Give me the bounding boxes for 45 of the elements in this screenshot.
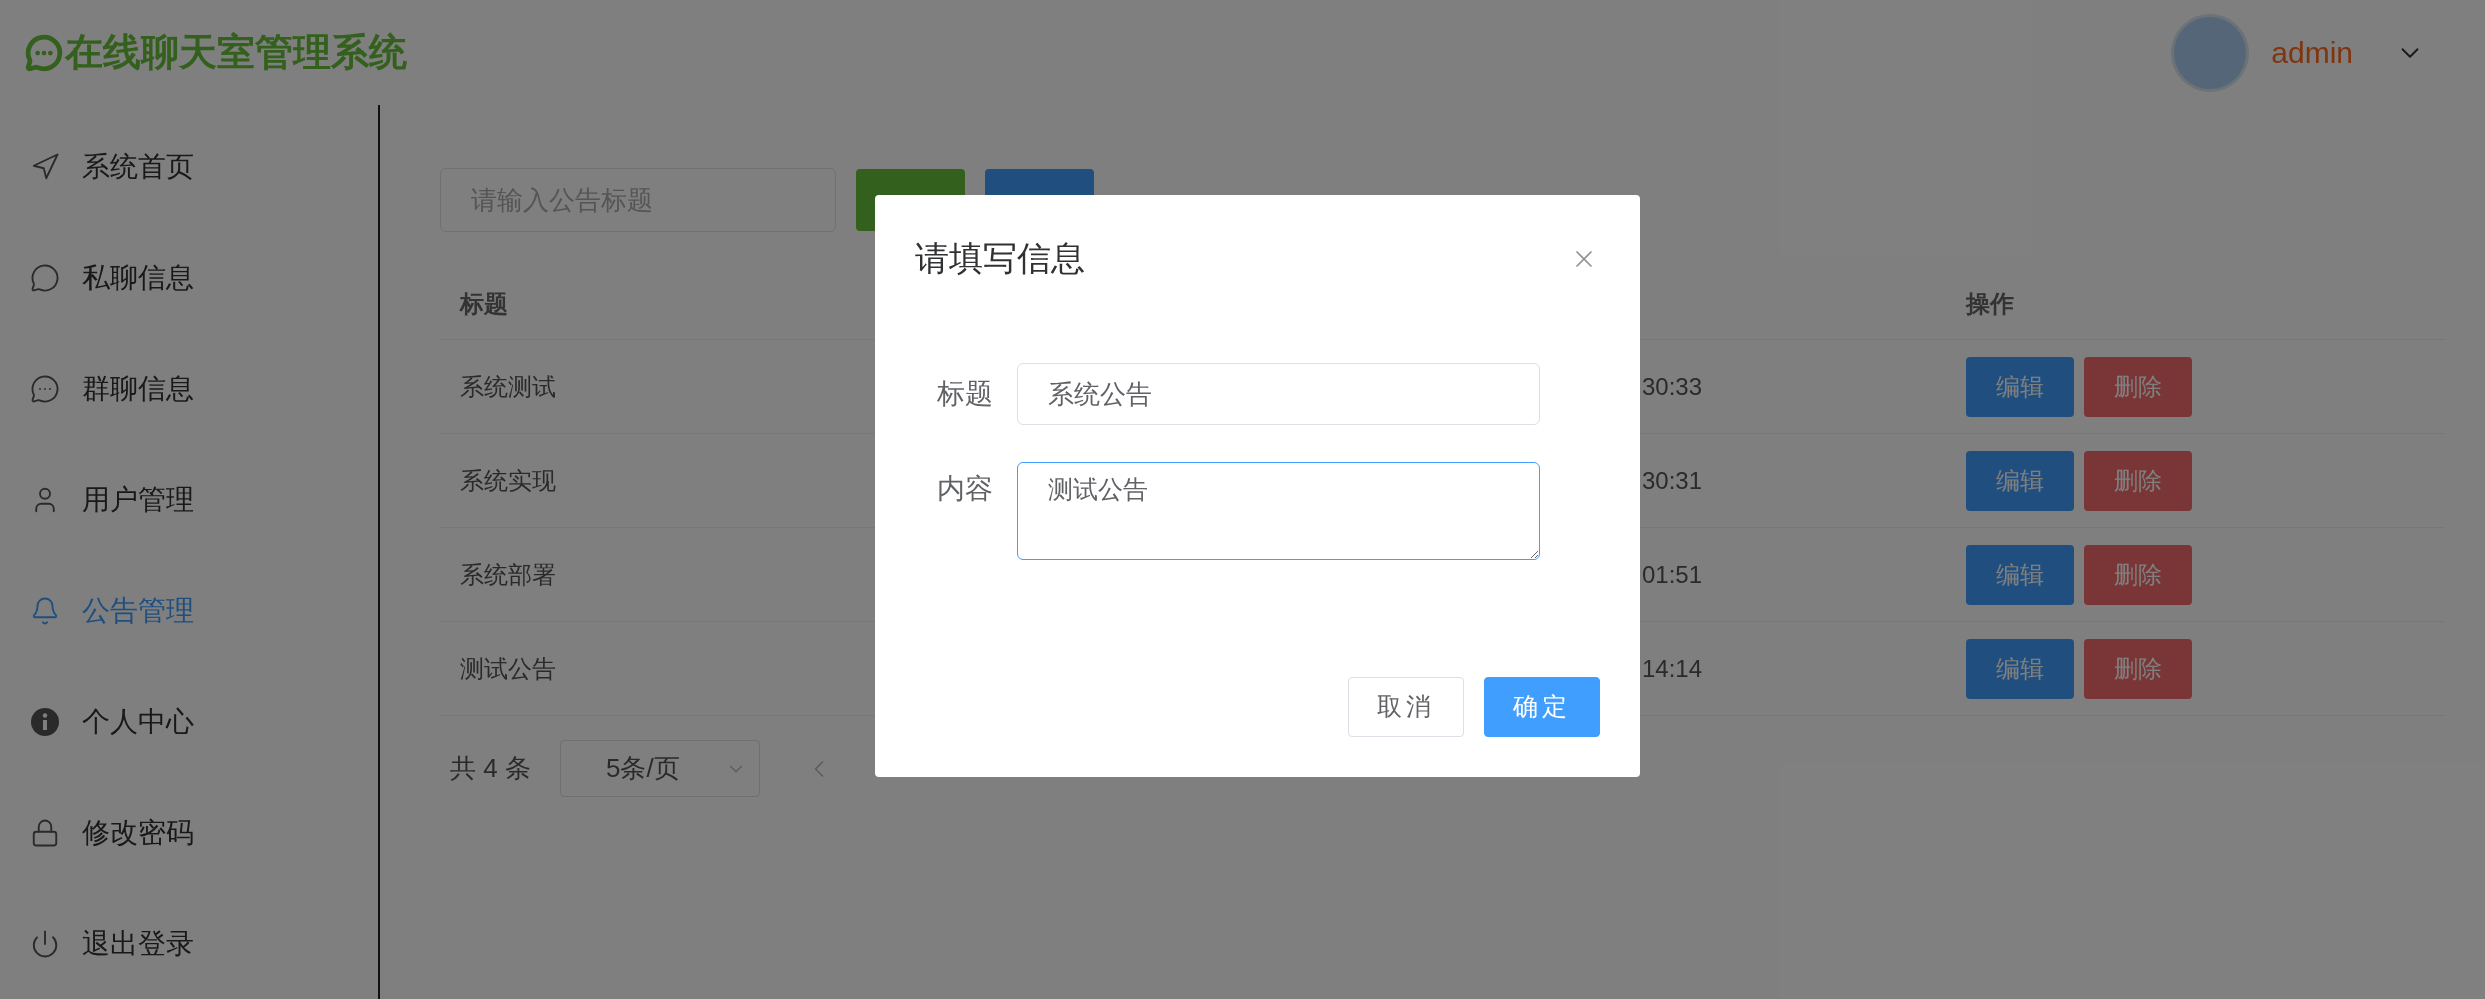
total-count: 共 4 条	[450, 752, 532, 785]
bell-icon	[30, 595, 60, 626]
delete-button[interactable]: 删除	[2084, 450, 2192, 511]
edit-button[interactable]: 编辑	[1966, 356, 2074, 417]
navigation-arrow-icon	[30, 151, 60, 182]
table-cell: 30:31	[1642, 466, 1703, 494]
delete-button[interactable]: 删除	[2084, 544, 2192, 605]
sidebar-item[interactable]: 私聊信息	[0, 222, 378, 333]
field-label: 标题	[936, 377, 994, 411]
sidebar-item[interactable]: 个人中心	[0, 666, 378, 777]
app-title: 在线聊天室管理系统	[65, 30, 407, 75]
sidebar-item[interactable]: 修改密码	[0, 777, 378, 888]
edit-button[interactable]: 编辑	[1966, 544, 2074, 605]
table-cell: 测试公告	[460, 654, 556, 682]
sidebar-item[interactable]: 系统首页	[0, 111, 378, 222]
table-cell: 系统测试	[460, 372, 556, 400]
content-field[interactable]: 测试公告	[1017, 462, 1540, 560]
sidebar-item[interactable]: 群聊信息	[0, 333, 378, 444]
field-label: 内容	[936, 472, 994, 506]
cancel-button[interactable]: 取消	[1348, 677, 1464, 737]
delete-button[interactable]: 删除	[2084, 638, 2192, 699]
chat-dots-icon	[30, 373, 60, 404]
table-cell: 30:33	[1642, 372, 1703, 400]
table-cell: 系统实现	[460, 466, 556, 494]
power-icon	[30, 928, 60, 959]
sidebar-item[interactable]: 退出登录	[0, 888, 378, 999]
lock-icon	[30, 817, 60, 848]
sidebar-item[interactable]: 公告管理	[0, 555, 378, 666]
table-cell: 系统部署	[460, 560, 556, 588]
edit-button[interactable]: 编辑	[1966, 638, 2074, 699]
column-header: 标题	[458, 288, 509, 319]
info-icon	[30, 706, 60, 737]
table-cell: 01:51	[1642, 560, 1703, 588]
page-size-select[interactable]: 5条/页	[560, 740, 760, 797]
table-cell: 14:14	[1642, 654, 1703, 682]
chat-logo-icon	[25, 33, 63, 72]
column-header: 操作	[1966, 288, 2014, 319]
title-field[interactable]: 系统公告	[1017, 363, 1540, 425]
delete-button[interactable]: 删除	[2084, 356, 2192, 417]
edit-button[interactable]: 编辑	[1966, 450, 2074, 511]
confirm-button[interactable]: 确定	[1484, 677, 1600, 737]
sidebar-item[interactable]: 用户管理	[0, 444, 378, 555]
chat-bubble-icon	[30, 262, 60, 293]
username[interactable]: admin	[2271, 30, 2353, 75]
dialog-title: 请填写信息	[915, 238, 1085, 279]
